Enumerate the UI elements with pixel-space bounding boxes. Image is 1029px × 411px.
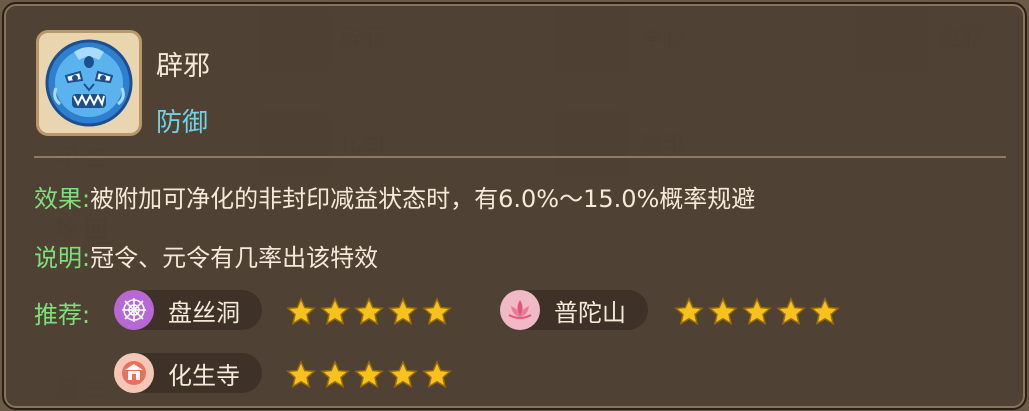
temple-emblem-icon	[114, 353, 154, 393]
star-icon	[354, 297, 384, 326]
guardian-mask-icon	[45, 39, 133, 127]
skill-type: 防御	[156, 108, 209, 138]
sect-name: 普陀山	[554, 298, 626, 327]
star-icon	[388, 360, 418, 389]
star-icon	[286, 297, 316, 326]
star-icon	[776, 297, 806, 326]
star-rating	[286, 360, 452, 390]
skill-tooltip: 辟邪 防御 效果:被附加可净化的非封印减益状态时，有6.0%～15.0%概率规避…	[2, 2, 1027, 410]
sect-name: 盘丝洞	[168, 298, 240, 327]
star-icon	[742, 297, 772, 326]
effect-text: 被附加可净化的非封印减益状态时，有6.0%～15.0%概率规避	[90, 185, 756, 213]
star-icon	[674, 297, 704, 326]
star-icon	[320, 297, 350, 326]
star-icon	[286, 360, 316, 389]
note-text: 冠令、元令有几率出该特效	[90, 244, 379, 272]
star-icon	[708, 297, 738, 326]
divider	[34, 156, 1006, 158]
note-row: 说明:冠令、元令有几率出该特效	[34, 238, 378, 273]
recommended-sect: 化生寺	[114, 353, 262, 393]
star-icon	[388, 297, 418, 326]
effect-row: 效果:被附加可净化的非封印减益状态时，有6.0%～15.0%概率规避	[34, 179, 755, 214]
star-icon	[810, 297, 840, 326]
recommend-label: 推荐:	[34, 301, 91, 329]
effect-label: 效果:	[34, 185, 91, 213]
lotus-emblem-icon	[500, 290, 540, 330]
note-label: 说明:	[34, 244, 91, 272]
star-icon	[422, 360, 452, 389]
recommended-sect: 普陀山	[500, 290, 648, 330]
star-icon	[320, 360, 350, 389]
star-icon	[422, 297, 452, 326]
star-icon	[354, 360, 384, 389]
star-rating	[286, 297, 452, 327]
recommended-sect: 盘丝洞	[114, 290, 262, 330]
skill-name: 辟邪	[156, 51, 210, 82]
sect-name: 化生寺	[168, 361, 240, 390]
skill-icon-frame	[36, 30, 142, 136]
spider-web-emblem-icon	[114, 290, 154, 330]
star-rating	[674, 297, 840, 327]
